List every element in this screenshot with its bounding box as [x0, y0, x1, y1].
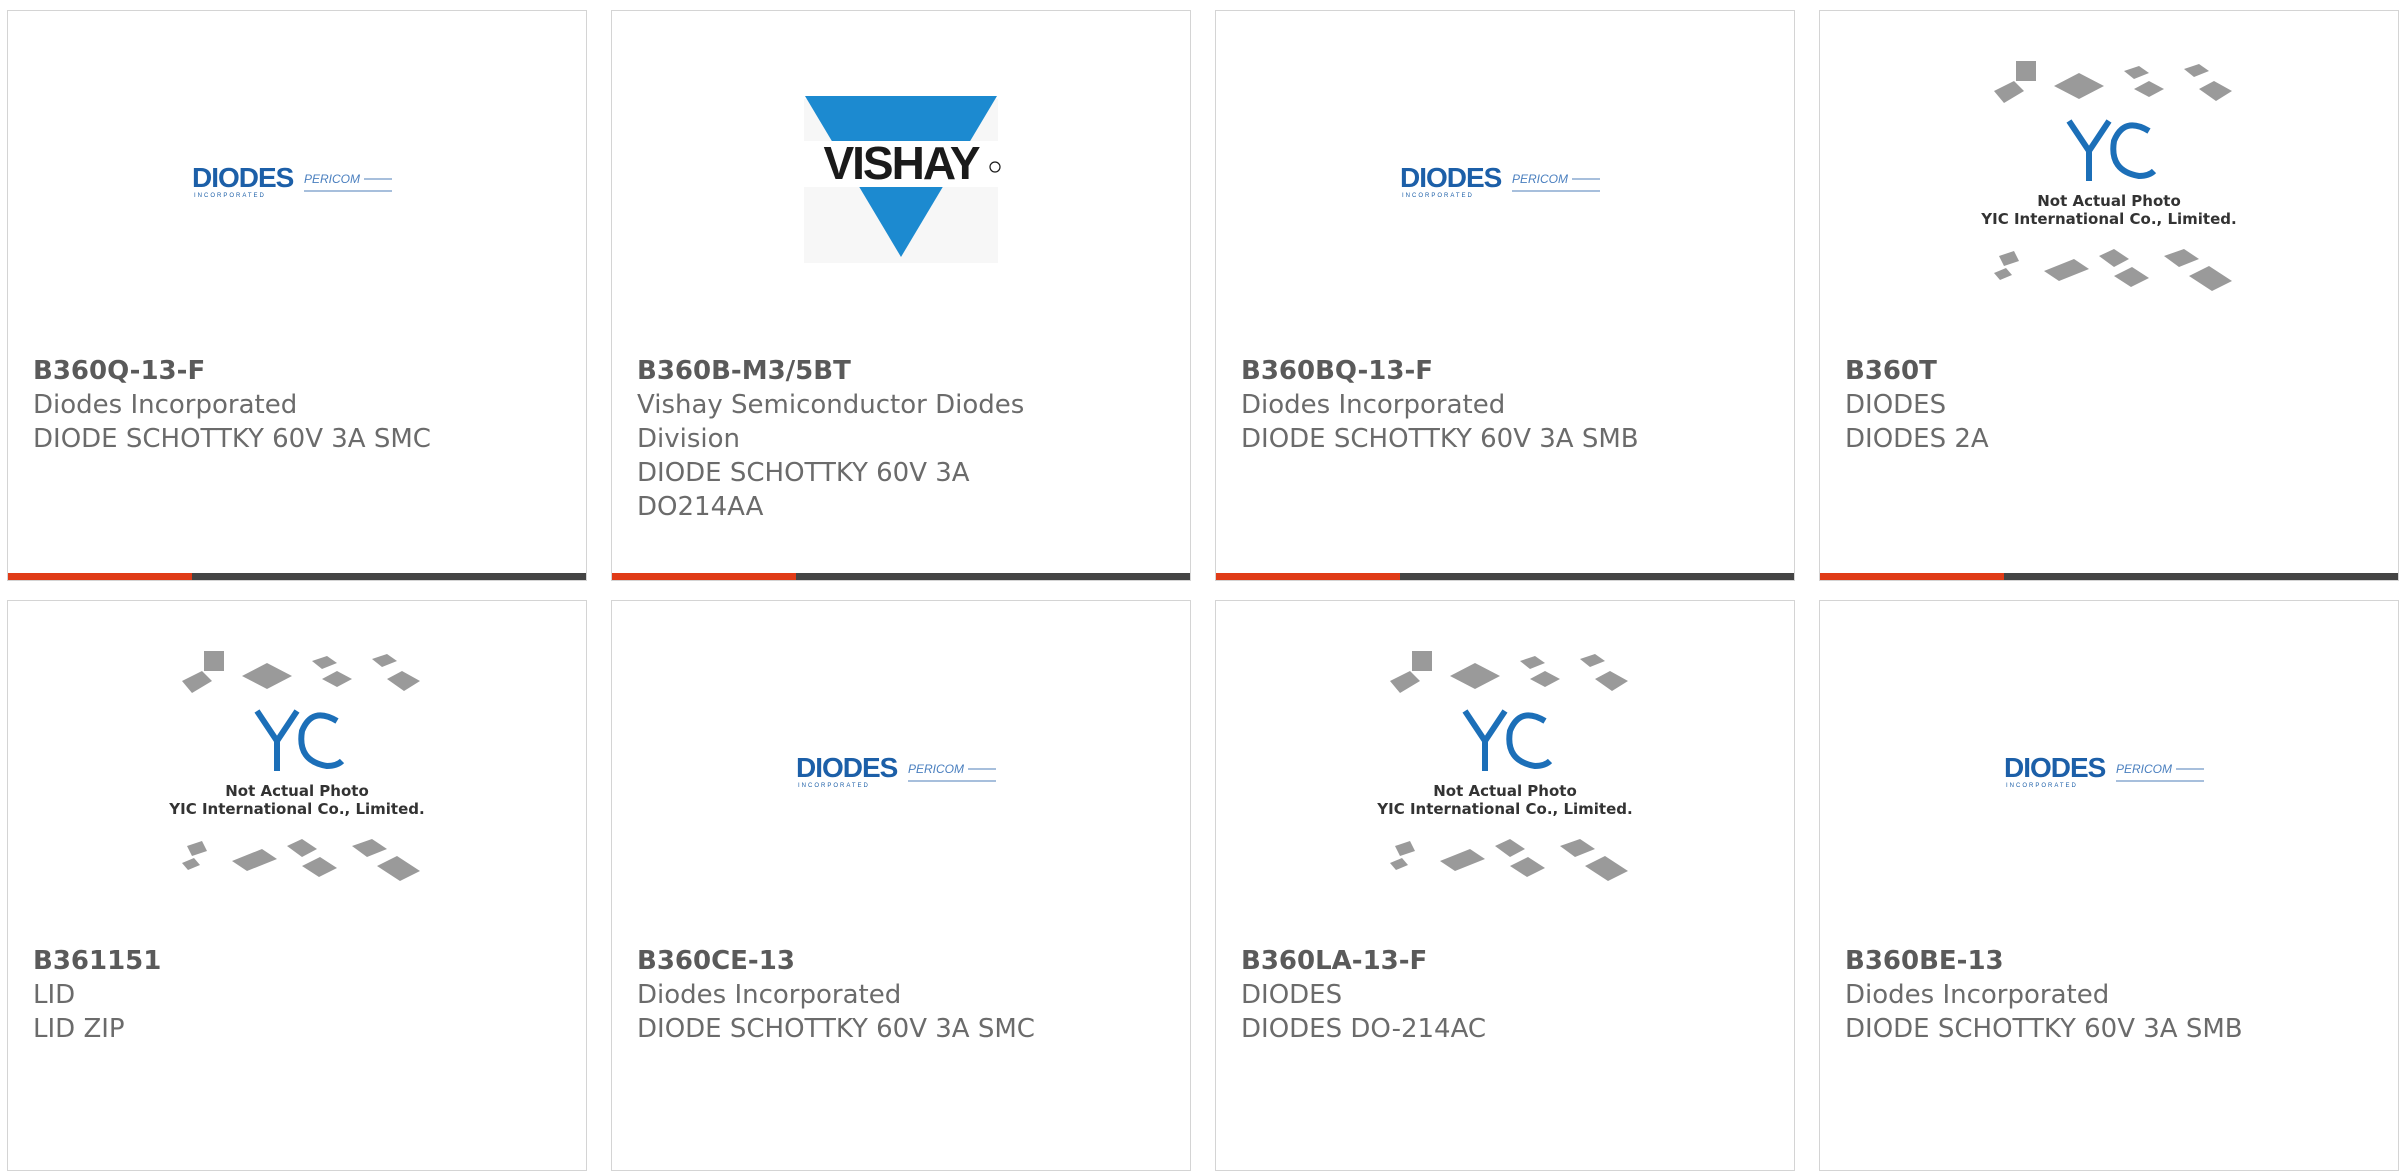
manufacturer: Diodes Incorporated — [637, 980, 902, 1010]
product-card[interactable]: Not Actual Photo YIC International Co., … — [1215, 600, 1795, 1171]
diodes-tagline: INCORPORATED — [2006, 783, 2078, 789]
diodes-tagline: INCORPORATED — [194, 193, 266, 199]
product-image[interactable]: DIODES INCORPORATED PERICOM — [1820, 601, 2398, 941]
product-image[interactable]: Not Actual Photo YIC International Co., … — [1216, 601, 1794, 941]
placeholder-line2: YIC International Co., Limited. — [168, 800, 424, 818]
diodes-logo: DIODES INCORPORATED PERICOM — [796, 752, 996, 789]
card-footer-accent — [1216, 573, 1400, 580]
product-image[interactable]: Not Actual Photo YIC International Co., … — [8, 601, 586, 941]
product-info: B360T DIODES DIODES 2A — [1845, 354, 2265, 456]
pericom-logo-text: PERICOM — [908, 762, 964, 776]
placeholder-line1: Not Actual Photo — [225, 782, 369, 800]
placeholder-line1: Not Actual Photo — [1433, 782, 1577, 800]
product-card[interactable]: VISHAY B360B-M3/5BT Vishay Semiconductor… — [611, 10, 1191, 581]
product-image[interactable]: DIODES INCORPORATED PERICOM — [612, 601, 1190, 941]
part-number[interactable]: B360B-M3/5BT — [637, 354, 1057, 388]
diodes-logo-text: DIODES — [1400, 162, 1502, 193]
description: DIODES 2A — [1845, 424, 1989, 454]
description: DIODE SCHOTTKY 60V 3A SMB — [1845, 1014, 2243, 1044]
part-number[interactable]: B360T — [1845, 354, 2265, 388]
card-footer-bar — [1820, 573, 2398, 580]
product-grid: DIODES INCORPORATED PERICOM B360Q-13-F D… — [0, 0, 2403, 1171]
vishay-logo-text: VISHAY — [823, 137, 979, 189]
description: LID ZIP — [33, 1014, 125, 1044]
diodes-tagline: INCORPORATED — [798, 783, 870, 789]
diodes-logo-text: DIODES — [192, 162, 294, 193]
manufacturer: LID — [33, 980, 76, 1010]
product-info: B361151 LID LID ZIP — [33, 944, 453, 1046]
product-image[interactable]: DIODES INCORPORATED PERICOM — [8, 11, 586, 351]
part-number[interactable]: B360CE-13 — [637, 944, 1057, 978]
yic-placeholder-image: Not Actual Photo YIC International Co., … — [168, 651, 425, 881]
part-number[interactable]: B360BQ-13-F — [1241, 354, 1661, 388]
card-footer-accent — [612, 573, 796, 580]
description: DIODE SCHOTTKY 60V 3A SMC — [637, 1014, 1035, 1044]
diodes-logo-text: DIODES — [2004, 752, 2106, 783]
card-footer-bar — [612, 573, 1190, 580]
description: DIODE SCHOTTKY 60V 3A DO214AA — [637, 458, 970, 522]
part-number[interactable]: B360LA-13-F — [1241, 944, 1661, 978]
product-card[interactable]: DIODES INCORPORATED PERICOM B360CE-13 Di… — [611, 600, 1191, 1171]
product-info: B360BE-13 Diodes Incorporated DIODE SCHO… — [1845, 944, 2265, 1046]
product-card[interactable]: DIODES INCORPORATED PERICOM B360Q-13-F D… — [7, 10, 587, 581]
card-footer-bar — [8, 573, 586, 580]
manufacturer: Diodes Incorporated — [1845, 980, 2110, 1010]
pericom-logo-text: PERICOM — [1512, 172, 1568, 186]
diodes-logo: DIODES INCORPORATED PERICOM — [1400, 162, 1600, 199]
vishay-logo: VISHAY — [796, 96, 1006, 263]
diodes-logo-text: DIODES — [796, 752, 898, 783]
pericom-logo-text: PERICOM — [2116, 762, 2172, 776]
diodes-logo: DIODES INCORPORATED PERICOM — [192, 162, 392, 199]
manufacturer: Diodes Incorporated — [33, 390, 298, 420]
product-info: B360BQ-13-F Diodes Incorporated DIODE SC… — [1241, 354, 1661, 456]
product-info: B360B-M3/5BT Vishay Semiconductor Diodes… — [637, 354, 1057, 524]
part-number[interactable]: B360BE-13 — [1845, 944, 2265, 978]
product-info: B360Q-13-F Diodes Incorporated DIODE SCH… — [33, 354, 453, 456]
part-number[interactable]: B361151 — [33, 944, 453, 978]
description: DIODE SCHOTTKY 60V 3A SMC — [33, 424, 431, 454]
pericom-logo-text: PERICOM — [304, 172, 360, 186]
product-card[interactable]: DIODES INCORPORATED PERICOM B360BE-13 Di… — [1819, 600, 2399, 1171]
product-card[interactable]: Not Actual Photo YIC International Co., … — [7, 600, 587, 1171]
placeholder-line2: YIC International Co., Limited. — [1376, 800, 1632, 818]
product-image[interactable]: VISHAY — [612, 11, 1190, 351]
description: DIODES DO-214AC — [1241, 1014, 1487, 1044]
product-card[interactable]: DIODES INCORPORATED PERICOM B360BQ-13-F … — [1215, 10, 1795, 581]
card-footer-bar — [1216, 573, 1794, 580]
manufacturer: Diodes Incorporated — [1241, 390, 1506, 420]
product-image[interactable]: DIODES INCORPORATED PERICOM — [1216, 11, 1794, 351]
description: DIODE SCHOTTKY 60V 3A SMB — [1241, 424, 1639, 454]
manufacturer: DIODES — [1241, 980, 1343, 1010]
product-image[interactable]: Not Actual Photo YIC International Co., … — [1820, 11, 2398, 351]
card-footer-accent — [1820, 573, 2004, 580]
yic-placeholder-image: Not Actual Photo YIC International Co., … — [1980, 61, 2237, 291]
diodes-logo: DIODES INCORPORATED PERICOM — [2004, 752, 2204, 789]
product-card[interactable]: Not Actual Photo YIC International Co., … — [1819, 10, 2399, 581]
diodes-tagline: INCORPORATED — [1402, 193, 1474, 199]
placeholder-line2: YIC International Co., Limited. — [1980, 210, 2236, 228]
placeholder-line1: Not Actual Photo — [2037, 192, 2181, 210]
part-number[interactable]: B360Q-13-F — [33, 354, 453, 388]
product-info: B360LA-13-F DIODES DIODES DO-214AC — [1241, 944, 1661, 1046]
card-footer-accent — [8, 573, 192, 580]
yic-placeholder-image: Not Actual Photo YIC International Co., … — [1376, 651, 1633, 881]
manufacturer: Vishay Semiconductor Diodes Division — [637, 390, 1025, 454]
manufacturer: DIODES — [1845, 390, 1947, 420]
product-info: B360CE-13 Diodes Incorporated DIODE SCHO… — [637, 944, 1057, 1046]
